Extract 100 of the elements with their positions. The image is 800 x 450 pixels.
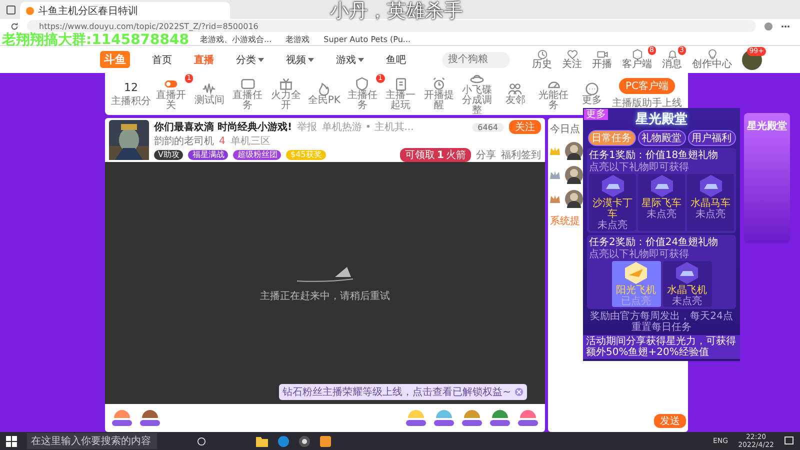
task-title: 任务2奖励：价值24鱼翅礼物 <box>589 237 720 248</box>
room-tag[interactable]: 超级粉丝团 <box>233 150 282 160</box>
location-label: 单机三区 <box>230 134 270 148</box>
follow-button[interactable]: 关注 <box>509 120 541 134</box>
bookmark[interactable]: 老游戏 <box>286 34 310 44</box>
gift-badge-icon[interactable] <box>139 408 161 428</box>
popup-tab[interactable]: 礼物殿堂 <box>638 130 686 146</box>
tab-actions-icon[interactable] <box>6 5 16 15</box>
aperture-icon[interactable] <box>299 436 310 446</box>
gift-card[interactable]: 水晶飞机 未点亮 <box>662 261 712 307</box>
header-action[interactable]: 创作中心 <box>692 49 732 70</box>
tool-item[interactable]: 测试间 <box>191 82 228 106</box>
profile-icon[interactable] <box>764 22 773 30</box>
browser-tab[interactable]: 斗鱼主机分区春日特训 <box>20 2 230 19</box>
notification-icon[interactable] <box>784 436 794 446</box>
caret-icon <box>258 56 264 62</box>
gift-name: 水晶飞机 <box>667 285 707 296</box>
tool-item[interactable]: 直播任务 <box>230 77 266 111</box>
tool-item[interactable]: 更多 <box>574 82 610 106</box>
score-label: 主播积分 <box>111 94 151 108</box>
ad-icon <box>240 77 255 91</box>
tool-item[interactable]: 友邻 <box>497 82 534 106</box>
tab-title: 斗鱼主机分区春日特训 <box>38 4 138 18</box>
gift-card[interactable]: 水晶马车 未点亮 <box>687 174 734 231</box>
popup-title: 星光殿堂 <box>636 111 688 128</box>
windows-icon[interactable] <box>6 436 17 446</box>
header-action[interactable]: 历史 <box>532 49 552 70</box>
shield-icon <box>355 77 370 91</box>
folder-icon[interactable] <box>256 436 268 446</box>
notice-banner[interactable]: 钻石粉丝主播荣耀等级上线，点击查看已解锁权益~ <box>278 384 527 400</box>
room-tag[interactable]: 福星满战 <box>188 150 228 160</box>
bell-icon <box>666 49 678 60</box>
client-button[interactable]: PC客户端 <box>619 78 674 94</box>
bulb-icon <box>706 49 718 60</box>
promo-banner: 活动期间分享获得星光力，可获得额外50%鱼翅+20%经验值 <box>583 335 740 359</box>
gift-badge-icon[interactable] <box>517 408 539 428</box>
gift-card[interactable]: 星际飞车 未点亮 <box>638 174 685 231</box>
tool-item[interactable]: 全民PK <box>306 82 342 106</box>
circle-icon[interactable] <box>197 436 206 446</box>
gift-badge-icon[interactable] <box>489 408 511 428</box>
search-field[interactable]: 搜个狗粮 <box>442 52 510 68</box>
nav-link[interactable]: 鱼吧 <box>386 52 406 66</box>
bookmark[interactable]: Super Auto Pets (Pu... <box>324 34 411 44</box>
room-tag[interactable]: V助攻 <box>154 150 184 160</box>
gift-name: 星际飞车 <box>642 198 682 209</box>
heart-icon <box>566 49 578 60</box>
gift-status: 未点亮 <box>672 296 702 307</box>
gift-status: 未点亮 <box>696 209 726 220</box>
gift-badge-icon[interactable] <box>405 408 427 428</box>
gift-badge-icon[interactable] <box>433 408 455 428</box>
reload-icon[interactable] <box>10 22 19 30</box>
sign-in-link[interactable]: 福利签到 <box>501 148 541 162</box>
report-link[interactable]: 举报 <box>297 120 318 134</box>
gift-badge-icon[interactable] <box>111 408 133 428</box>
room-title: 你们最喜欢滴 时尚经典小游戏! <box>154 120 292 134</box>
taskbar-search[interactable]: 在这里输入你要搜索的内容 <box>27 433 157 449</box>
popup-tab[interactable]: 用户福利 <box>688 130 736 146</box>
caret-icon <box>308 56 314 62</box>
category-link[interactable]: 单机热游 • 主机其... <box>322 120 414 134</box>
gift-badge-icon[interactable] <box>461 408 483 428</box>
nav-link[interactable]: 视频 <box>286 52 314 66</box>
plane-icon <box>623 261 649 285</box>
vehicle-icon <box>648 174 674 198</box>
header-action[interactable]: 开播 <box>592 49 612 70</box>
cube-icon <box>632 49 642 60</box>
alarm-clock-icon <box>432 77 446 91</box>
close-icon[interactable] <box>515 388 523 396</box>
site-icon <box>26 6 34 14</box>
header-action[interactable]: 关注 <box>562 49 582 70</box>
flame-icon <box>317 82 332 96</box>
tool-item[interactable]: 主播一起玩 <box>382 77 419 111</box>
send-button[interactable]: 发送 <box>654 414 686 428</box>
event-banner[interactable]: 星光殿堂 <box>744 113 790 243</box>
client-note: 主播版助手上线 <box>612 96 682 110</box>
share-link[interactable]: 分享 <box>476 148 496 162</box>
browser-icon[interactable] <box>278 436 289 446</box>
gift-name: 阳光飞机 <box>616 285 656 296</box>
tool-item[interactable]: 小飞碟分成调整 <box>459 72 496 116</box>
system-label: 系统提 <box>550 214 580 228</box>
chat-tab[interactable]: 今日点 <box>550 122 580 136</box>
nav-link[interactable]: 首页 <box>152 52 172 66</box>
nav-link[interactable]: 直播 <box>194 52 214 66</box>
popup-footer: 奖励由官方每周发出，每天24点重置每日任务 <box>587 311 736 333</box>
site-logo[interactable]: 斗鱼 <box>100 51 130 68</box>
camera-icon <box>596 49 608 60</box>
tool-item[interactable]: 光能任务 <box>536 77 572 111</box>
tool-item[interactable]: 火力全开 <box>268 77 304 111</box>
nav-link[interactable]: 分类 <box>236 52 264 66</box>
tool-item[interactable]: 开播提醒 <box>420 77 457 111</box>
gift-card[interactable]: 沙漠卡丁车 未点亮 <box>589 174 636 231</box>
fan-count: 4 <box>219 136 226 146</box>
nav-link[interactable]: 游戏 <box>336 52 364 66</box>
claim-button[interactable]: 可领取 1 火箭 <box>400 148 471 162</box>
more-icon[interactable] <box>781 24 790 28</box>
bookmark[interactable]: 老游戏、小游戏合... <box>200 34 272 44</box>
address-bar[interactable]: https://www.douyu.com/topic/2022ST_Z/?rid=8500016 <box>27 20 756 32</box>
gift-status: 已点亮 <box>621 296 651 307</box>
status-message: 主播正在赶来中，请稍后重试 <box>260 290 390 303</box>
owner-name: 韵韵的老司机 <box>154 134 214 148</box>
app-icon[interactable] <box>320 436 331 446</box>
